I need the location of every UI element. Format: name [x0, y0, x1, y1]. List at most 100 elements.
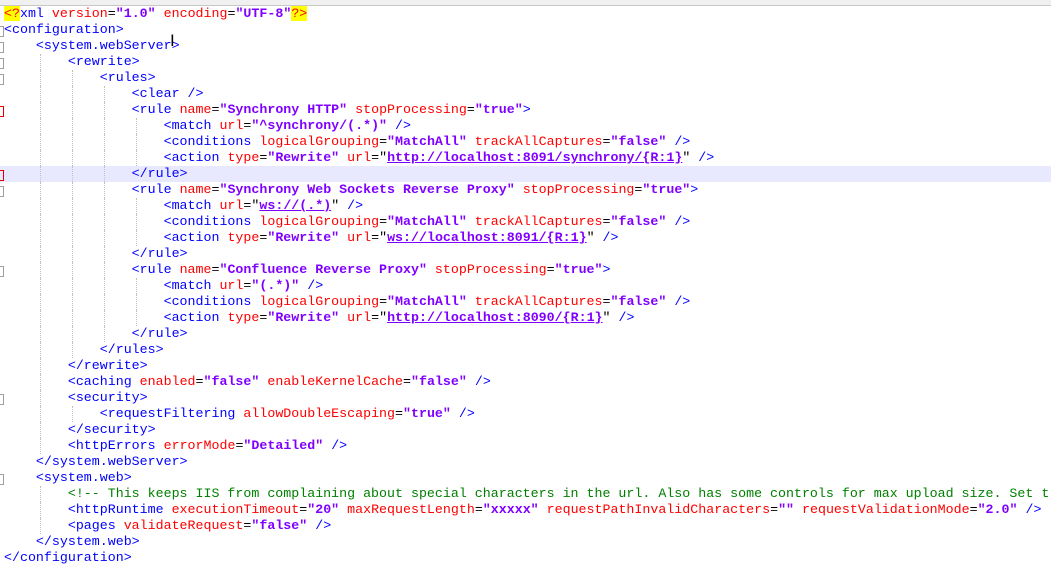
code-line[interactable]: <!-- This keeps IIS from complaining abo…	[0, 486, 1051, 502]
code-line[interactable]: <rewrite>	[0, 54, 1051, 70]
code-line[interactable]: <action type="Rewrite" url="http://local…	[0, 310, 1051, 326]
xml-punctuation	[467, 134, 475, 149]
code-line[interactable]: <rules>	[0, 70, 1051, 86]
fold-marker-icon[interactable]	[0, 186, 4, 197]
fold-marker-icon[interactable]	[0, 106, 4, 117]
code-line[interactable]: <match url="(.*)" />	[0, 278, 1051, 294]
code-line[interactable]: <httpRuntime executionTimeout = "20" maxRe…	[0, 502, 1051, 518]
xml-value: "false"	[203, 374, 260, 389]
code-line[interactable]: <match url="^synchrony/(.*)" />	[0, 118, 1051, 134]
xml-value: "xxxxx"	[482, 502, 539, 517]
xml-value: "Synchrony Web Sockets Reverse Proxy"	[219, 182, 515, 197]
code-line[interactable]: <action type="Rewrite" url="ws://localho…	[0, 230, 1051, 246]
code-line[interactable]: </rules>	[0, 342, 1051, 358]
xml-tag: </configuration>	[4, 550, 132, 565]
xml-attribute: logicalGrouping	[259, 134, 380, 149]
xml-value: "UTF-8"	[235, 6, 292, 21]
indent-guide	[40, 166, 41, 182]
indent-guide	[136, 214, 137, 230]
code-line[interactable]: <conditions logicalGrouping="MatchAll" t…	[0, 134, 1051, 150]
code-line[interactable]: </system.web>	[0, 534, 1051, 550]
code-line[interactable]: <system.web>	[0, 470, 1051, 486]
code-line[interactable]: <conditions logicalGrouping="MatchAll" t…	[0, 214, 1051, 230]
indent-guide	[40, 70, 41, 86]
xml-value: "1.0"	[115, 6, 156, 21]
code-line[interactable]: </configuration>	[0, 550, 1051, 566]
code-line[interactable]: <action type="Rewrite" url="http://local…	[0, 150, 1051, 166]
xml-attribute: trackAllCaptures	[474, 294, 603, 309]
code-line[interactable]: </security>	[0, 422, 1051, 438]
code-line[interactable]: <rule name = "Synchrony HTTP" stopProcessi…	[0, 102, 1051, 118]
indent-guide	[40, 150, 41, 166]
xml-url-value[interactable]: ws://localhost:8091/{R:1}	[387, 230, 587, 245]
code-line[interactable]: <rule name = "Confluence Reverse Proxy" st…	[0, 262, 1051, 278]
indent-guide	[40, 118, 41, 134]
fold-marker-icon[interactable]	[0, 74, 4, 85]
xml-tag: <action	[163, 230, 228, 245]
xml-value: "false"	[411, 374, 467, 389]
xml-tag: >	[690, 182, 699, 197]
xml-value: "true"	[403, 406, 451, 421]
code-line[interactable]: <caching enabled="false" enableKernelCac…	[0, 374, 1051, 390]
code-line[interactable]: <system.webServer>	[0, 38, 1051, 54]
xml-url-value[interactable]: http://localhost:8091/synchrony/{R:1}	[387, 150, 682, 165]
code-line[interactable]: </rule>	[0, 246, 1051, 262]
xml-tag: <caching	[67, 374, 140, 389]
fold-marker-icon[interactable]	[0, 474, 4, 485]
xml-attribute: version	[51, 6, 108, 21]
indent-guide	[72, 406, 73, 422]
code-line[interactable]: </rule>	[0, 166, 1051, 182]
xml-tag: />	[1017, 502, 1042, 517]
code-line[interactable]: </rewrite>	[0, 358, 1051, 374]
xml-tag: >	[602, 262, 611, 277]
indent-guide	[40, 422, 41, 438]
indent-guide	[40, 486, 41, 502]
code-line[interactable]: </system.webServer>	[0, 454, 1051, 470]
code-line[interactable]: </rule>	[0, 326, 1051, 342]
xml-attribute: url	[347, 150, 372, 165]
code-line[interactable]: <httpErrors errorMode="Detailed" />	[0, 438, 1051, 454]
fold-marker-icon[interactable]	[0, 26, 4, 37]
xml-tag: <configuration>	[4, 22, 124, 37]
xml-editor[interactable]: <?xml version="1.0" encoding="UTF-8"?> <c…	[0, 6, 1051, 566]
indent-guide	[72, 118, 73, 134]
indent-guide	[72, 278, 73, 294]
fold-marker-icon	[0, 170, 4, 181]
code-line[interactable]: <security>	[0, 390, 1051, 406]
xml-tag: <requestFiltering	[99, 406, 244, 421]
fold-marker-icon[interactable]	[0, 266, 4, 277]
xml-declaration-marker: ?>	[291, 6, 308, 21]
xml-attribute: enabled	[139, 374, 196, 389]
code-line[interactable]: <pages validateRequest="false" />	[0, 518, 1051, 534]
code-line[interactable]: <clear />	[0, 86, 1051, 102]
xml-url-value[interactable]: http://localhost:8090/{R:1}	[387, 310, 602, 325]
xml-url-value[interactable]: ws://(.*)	[259, 198, 331, 213]
code-line[interactable]: <?xml version="1.0" encoding="UTF-8"?>	[0, 6, 1051, 22]
fold-marker-icon[interactable]	[0, 58, 4, 69]
indent-guide	[40, 54, 41, 70]
code-line[interactable]: <configuration>	[0, 22, 1051, 38]
fold-marker-icon[interactable]	[0, 394, 4, 405]
xml-tag: <rule	[131, 262, 180, 277]
fold-marker-icon[interactable]	[0, 42, 4, 53]
xml-value: "Rewrite"	[267, 310, 340, 325]
indent-guide	[104, 150, 105, 166]
xml-value: "false"	[251, 518, 308, 533]
code-line[interactable]: <rule name="Synchrony Web Sockets Revers…	[0, 182, 1051, 198]
xml-punctuation: ="	[371, 150, 388, 165]
xml-punctuation	[539, 502, 547, 517]
indent-guide	[104, 198, 105, 214]
xml-punctuation: =	[403, 374, 411, 389]
xml-tag: </system.web>	[35, 534, 140, 549]
code-line[interactable]: <match url="ws://(.*)" />	[0, 198, 1051, 214]
code-line[interactable]: <requestFiltering allowDoubleEscaping="t…	[0, 406, 1051, 422]
code-line[interactable]: <conditions logicalGrouping="MatchAll" t…	[0, 294, 1051, 310]
